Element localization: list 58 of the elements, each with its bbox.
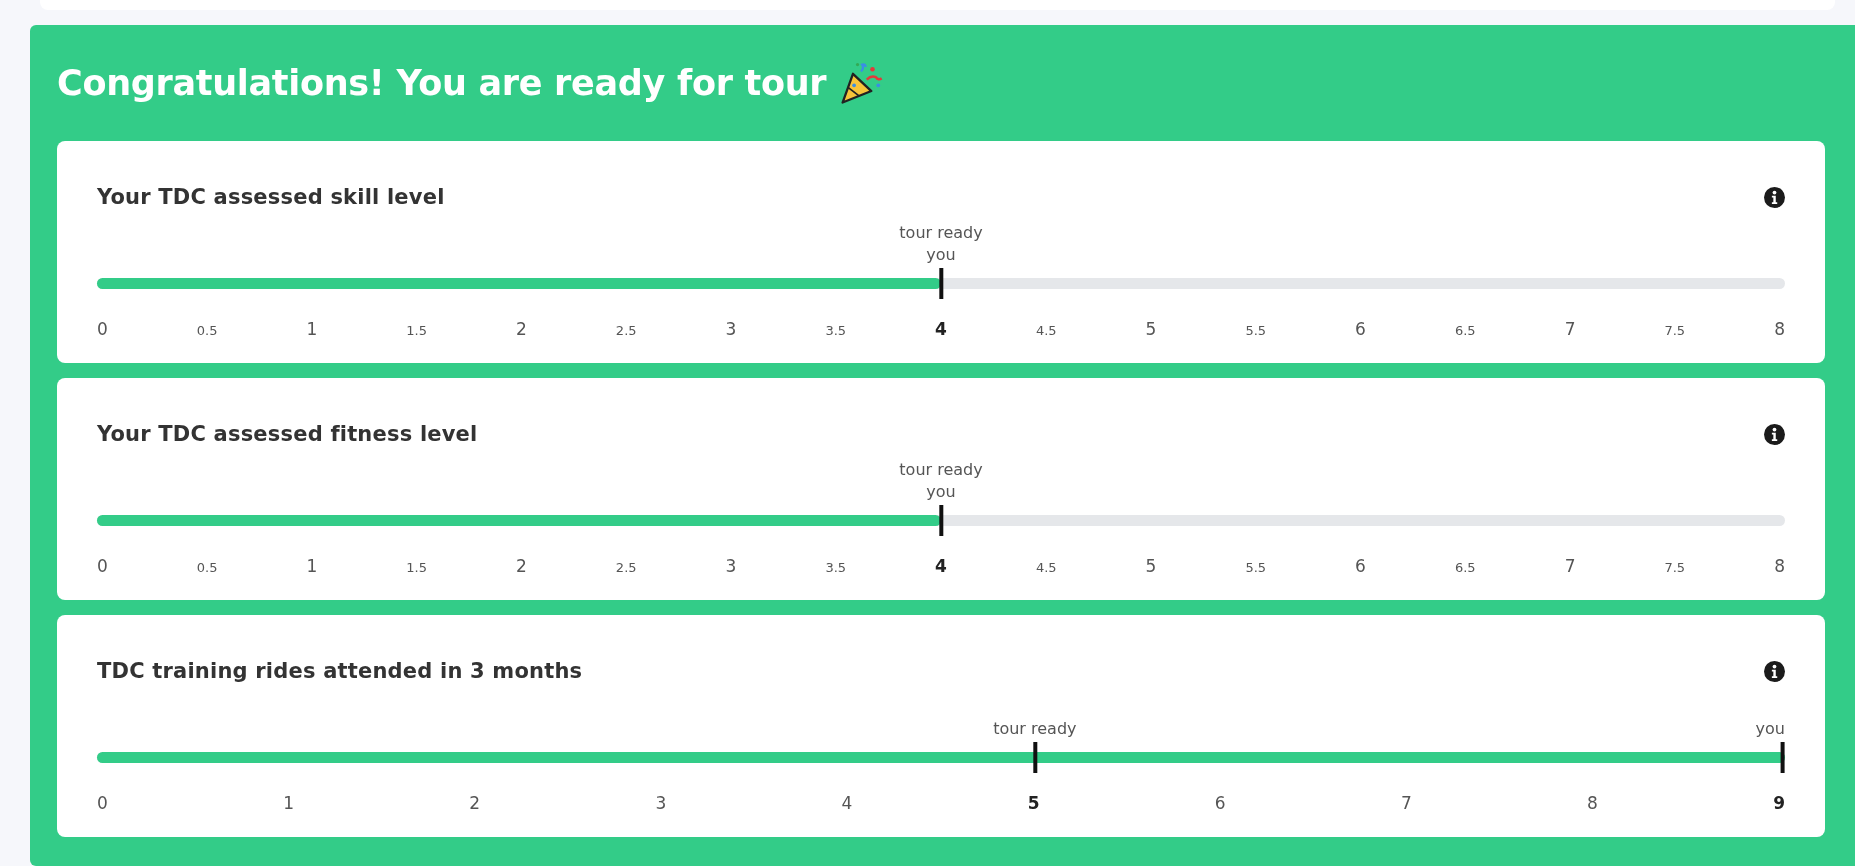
tick-label: 1: [306, 319, 318, 339]
tick-label: 6: [1355, 556, 1366, 576]
tick-label: 3: [725, 319, 737, 339]
tick-label: 5.5: [1245, 560, 1267, 575]
tick-label: 2: [469, 793, 481, 813]
tick-label: 1.5: [406, 323, 428, 338]
info-icon[interactable]: [1764, 423, 1785, 445]
tick-label: 3.5: [825, 560, 847, 575]
tick-label: 5: [1027, 793, 1040, 813]
marker-label: tour ready: [899, 459, 983, 481]
tick-label: 7.5: [1664, 323, 1686, 338]
marker-label: tour ready: [993, 718, 1077, 740]
tick-label: 8: [1774, 319, 1785, 339]
tick-label: 1.5: [406, 560, 428, 575]
tick-label: 0: [97, 793, 108, 813]
tick-label: 3: [655, 793, 667, 813]
card-title: TDC training rides attended in 3 months: [97, 659, 583, 683]
tick-label: 2: [516, 319, 527, 339]
tick-label: 0: [97, 556, 108, 576]
tick-label: 4: [935, 319, 947, 339]
tick-label: 3.5: [825, 323, 847, 338]
marker-label: you: [926, 481, 956, 503]
tick-label: 7: [1564, 556, 1576, 576]
tick-label: 0.5: [196, 560, 218, 575]
card-title: Your TDC assessed fitness level: [97, 422, 478, 446]
marker-label: tour ready: [899, 222, 983, 244]
tick-label: 4.5: [1035, 323, 1057, 338]
tick-label: 6: [1355, 319, 1366, 339]
tick-label: 8: [1587, 793, 1598, 813]
tick-label: 5: [1145, 556, 1157, 576]
tick-label: 1: [283, 793, 294, 813]
tick-label: 3: [725, 556, 737, 576]
tick-label: 1: [306, 556, 318, 576]
tick-label: 5.5: [1245, 323, 1267, 338]
tick-label: 0.5: [196, 323, 218, 338]
tick-label: 9: [1773, 793, 1785, 813]
tick-label: 2.5: [615, 323, 637, 338]
tick-label: 6: [1214, 793, 1226, 813]
tick-label: 2.5: [615, 560, 637, 575]
tick-label: 7: [1564, 319, 1576, 339]
tick-label: 5: [1145, 319, 1157, 339]
tick-label: 6.5: [1454, 560, 1476, 575]
tick-label: 7: [1400, 793, 1412, 813]
tick-label: 8: [1774, 556, 1785, 576]
tick-label: 4: [935, 556, 947, 576]
tick-label: 7.5: [1664, 560, 1686, 575]
tick-label: 4: [841, 793, 853, 813]
marker-label: you: [926, 244, 956, 266]
card-title: Your TDC assessed skill level: [97, 185, 445, 209]
marker-label: you: [1755, 718, 1785, 740]
party-popper-icon: [838, 60, 885, 106]
tick-label: 2: [516, 556, 527, 576]
tick-label: 6.5: [1454, 323, 1476, 338]
info-icon[interactable]: [1764, 186, 1785, 208]
info-icon[interactable]: [1764, 660, 1785, 682]
tick-label: 4.5: [1035, 560, 1057, 575]
tick-label: 0: [97, 319, 108, 339]
panel-title: Congratulations! You are ready for tour: [57, 63, 827, 103]
